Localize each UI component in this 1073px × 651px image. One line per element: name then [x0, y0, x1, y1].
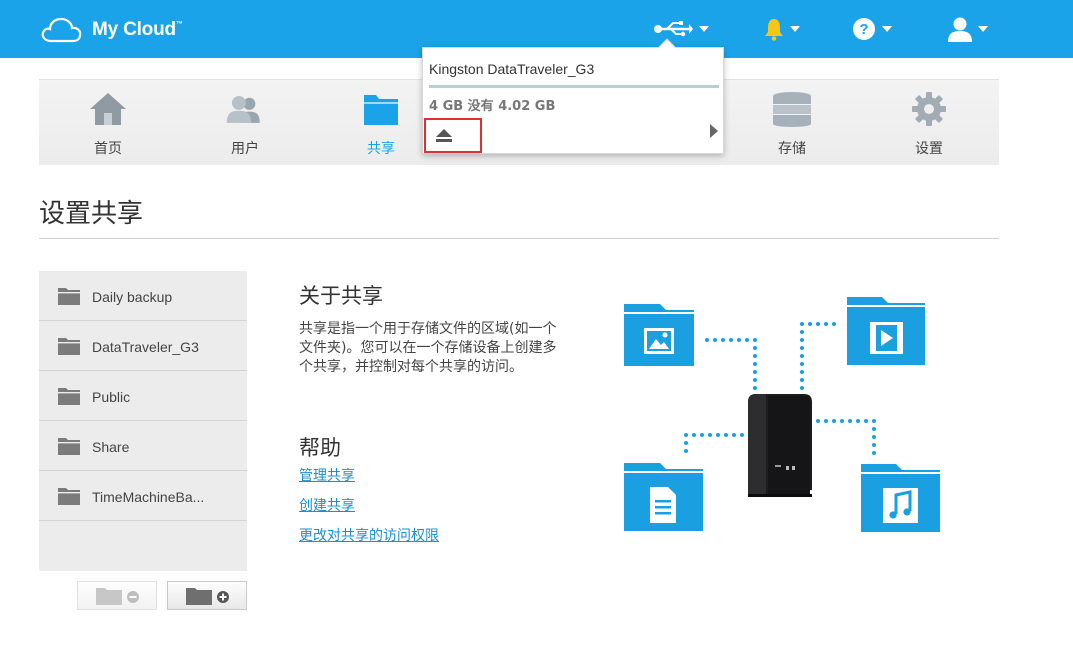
chevron-down-icon — [978, 26, 988, 32]
about-description: 共享是指一个用于存储文件的区域(如一个文件夹)。您可以在一个存储设备上创建多个共… — [299, 321, 557, 375]
usb-capacity-fill — [429, 85, 719, 88]
nav-item-storage[interactable]: 存储 — [737, 80, 847, 166]
nav-item-users[interactable]: 用户 — [190, 80, 300, 166]
chevron-down-icon — [882, 26, 892, 32]
folder-icon — [58, 388, 80, 405]
svg-text:?: ? — [859, 21, 868, 38]
nav-item-settings[interactable]: 设置 — [874, 80, 984, 166]
usb-capacity-bar — [429, 85, 719, 88]
nav-label: 共享 — [367, 141, 395, 157]
list-item[interactable]: Daily backup — [39, 271, 247, 321]
share-folder-icon — [364, 95, 398, 125]
video-folder-icon — [847, 297, 925, 365]
cloud-icon — [41, 17, 82, 43]
users-icon — [226, 95, 260, 123]
folder-icon — [58, 488, 80, 505]
help-title: 帮助 — [299, 436, 341, 460]
divider — [39, 238, 999, 239]
logo-text: My Cloud™ — [92, 19, 183, 40]
share-name: Public — [92, 389, 131, 405]
help-icon: ? — [853, 18, 875, 40]
folder-icon — [58, 288, 80, 305]
page-title: 设置共享 — [39, 199, 144, 229]
shares-illustration — [624, 297, 940, 532]
chevron-right-icon[interactable] — [710, 124, 718, 138]
home-icon — [90, 93, 126, 125]
folder-icon — [58, 438, 80, 455]
create-share-link[interactable]: 创建共享 — [299, 495, 355, 515]
remove-folder-icon — [96, 588, 139, 605]
share-list: Daily backup DataTraveler_G3 Public Shar… — [39, 271, 247, 571]
nav-label: 用户 — [231, 141, 259, 157]
manage-shares-link[interactable]: 管理共享 — [299, 465, 355, 485]
nav-label: 存储 — [778, 141, 806, 157]
add-folder-icon — [186, 588, 229, 605]
nas-device-icon — [748, 394, 812, 497]
usb-menu-button[interactable] — [653, 14, 709, 44]
share-name: DataTraveler_G3 — [92, 339, 199, 355]
share-name: TimeMachineBa... — [92, 489, 205, 505]
notifications-button[interactable] — [764, 14, 800, 44]
list-item[interactable]: DataTraveler_G3 — [39, 321, 247, 371]
user-icon — [948, 17, 972, 42]
user-menu-button[interactable] — [948, 14, 988, 44]
nav-item-shares[interactable]: 共享 — [326, 80, 436, 166]
folder-icon — [58, 338, 80, 355]
list-item[interactable]: Share — [39, 421, 247, 471]
image-folder-icon — [624, 304, 694, 366]
list-item[interactable]: TimeMachineBa... — [39, 471, 247, 521]
nav-label: 设置 — [915, 141, 943, 157]
chevron-down-icon — [699, 26, 709, 32]
share-name: Daily backup — [92, 289, 173, 305]
usb-icon — [654, 21, 693, 37]
bell-icon — [765, 19, 783, 41]
about-title: 关于共享 — [299, 284, 383, 308]
help-menu-button[interactable]: ? — [852, 14, 892, 44]
storage-icon — [773, 92, 811, 127]
nav-item-home[interactable]: 首页 — [53, 80, 163, 166]
list-item[interactable]: Public — [39, 371, 247, 421]
usb-capacity-text: 4 GB 没有 4.02 GB — [429, 99, 556, 114]
nav-label: 首页 — [94, 141, 122, 157]
remove-share-button[interactable] — [77, 581, 157, 610]
chevron-down-icon — [790, 26, 800, 32]
usb-device-name: Kingston DataTraveler_G3 — [429, 61, 595, 77]
music-folder-icon — [861, 464, 940, 532]
logo: My Cloud™ — [40, 15, 183, 45]
share-name: Share — [92, 439, 130, 455]
eject-button[interactable] — [424, 118, 482, 153]
usb-device-popup: Kingston DataTraveler_G3 4 GB 没有 4.02 GB — [422, 38, 724, 154]
add-share-button[interactable] — [167, 581, 247, 610]
document-folder-icon — [624, 463, 703, 531]
change-share-access-link[interactable]: 更改对共享的访问权限 — [299, 525, 439, 545]
gear-icon — [912, 92, 946, 126]
